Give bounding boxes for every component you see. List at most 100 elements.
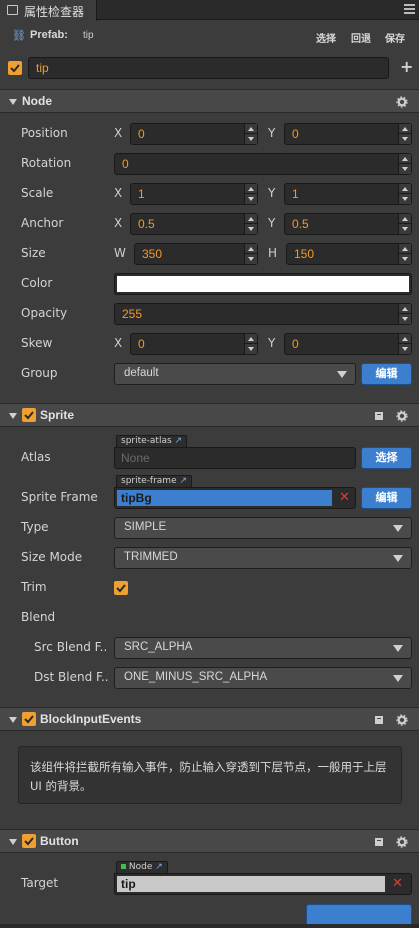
block-input-description-box: 该组件将拦截所有输入事件，防止输入穿透到下层节点，一般用于上层 UI 的背景。 bbox=[18, 746, 402, 804]
help-book-icon[interactable] bbox=[374, 411, 384, 421]
skew-y-input[interactable]: 0 bbox=[284, 333, 412, 355]
scale-x-input[interactable]: 1 bbox=[130, 183, 258, 205]
button-section-header[interactable]: Button bbox=[0, 829, 419, 853]
node-name-input[interactable]: tip bbox=[28, 57, 389, 79]
chevron-down-icon bbox=[393, 675, 403, 682]
prefab-select-button[interactable]: 选择 bbox=[316, 30, 336, 45]
size-mode-label: Size Mode bbox=[21, 550, 83, 564]
stepper[interactable] bbox=[398, 154, 411, 174]
sprite-atlas-tag: sprite-atlas ↗ bbox=[116, 435, 188, 447]
skew-x-input[interactable]: 0 bbox=[130, 333, 258, 355]
position-y-label: Y bbox=[268, 126, 276, 140]
prefab-save-button[interactable]: 保存 bbox=[385, 30, 405, 45]
open-link-icon[interactable]: ↗ bbox=[175, 436, 183, 446]
sprite-frame-field[interactable]: tipBg ✕ bbox=[114, 487, 356, 509]
size-w-value: 350 bbox=[142, 247, 163, 261]
group-value: default bbox=[124, 367, 159, 379]
size-h-value: 150 bbox=[294, 247, 315, 261]
skew-y-label: Y bbox=[268, 336, 276, 350]
sprite-frame-edit-button[interactable]: 编辑 bbox=[361, 487, 412, 509]
gear-icon[interactable] bbox=[396, 836, 408, 848]
stepper[interactable] bbox=[398, 124, 411, 144]
stepper[interactable] bbox=[398, 184, 411, 204]
stepper[interactable] bbox=[398, 214, 411, 234]
trim-label: Trim bbox=[21, 580, 47, 594]
anchor-y-value: 0.5 bbox=[292, 217, 309, 231]
sprite-frame-label: Sprite Frame bbox=[21, 490, 98, 504]
clear-icon[interactable]: ✕ bbox=[392, 876, 403, 891]
node-active-checkbox[interactable] bbox=[8, 61, 22, 75]
scale-label: Scale bbox=[21, 186, 54, 200]
gear-icon[interactable] bbox=[396, 410, 408, 422]
node-section-header[interactable]: Node bbox=[0, 89, 419, 113]
rotation-input[interactable]: 0 bbox=[114, 153, 412, 175]
position-label: Position bbox=[21, 126, 68, 140]
target-field[interactable]: tip ✕ bbox=[114, 873, 412, 895]
skew-y-value: 0 bbox=[292, 337, 299, 351]
scale-y-value: 1 bbox=[292, 187, 299, 201]
stepper[interactable] bbox=[398, 244, 411, 264]
sprite-enabled-checkbox[interactable] bbox=[22, 408, 36, 422]
block-input-enabled-checkbox[interactable] bbox=[22, 712, 36, 726]
prefab-bar: ⛓ Prefab: tip 选择 回退 保存 bbox=[0, 21, 419, 49]
atlas-field[interactable]: None bbox=[114, 447, 356, 469]
add-component-icon[interactable]: + bbox=[400, 57, 413, 76]
sprite-section-header[interactable]: Sprite bbox=[0, 403, 419, 427]
stepper[interactable] bbox=[244, 244, 257, 264]
position-x-value: 0 bbox=[138, 127, 145, 141]
target-highlight bbox=[117, 876, 385, 892]
scale-x-value: 1 bbox=[138, 187, 145, 201]
position-y-input[interactable]: 0 bbox=[284, 123, 412, 145]
rotation-value: 0 bbox=[122, 157, 129, 171]
color-swatch[interactable] bbox=[114, 273, 412, 295]
stepper[interactable] bbox=[398, 334, 411, 354]
trim-checkbox[interactable] bbox=[114, 581, 128, 595]
stepper[interactable] bbox=[244, 184, 257, 204]
group-edit-button[interactable]: 编辑 bbox=[361, 363, 412, 385]
help-book-icon[interactable] bbox=[374, 837, 384, 847]
type-select[interactable]: SIMPLE bbox=[114, 517, 412, 539]
collapse-icon bbox=[9, 717, 17, 723]
size-h-input[interactable]: 150 bbox=[286, 243, 412, 265]
skew-x-label: X bbox=[114, 336, 123, 350]
position-x-input[interactable]: 0 bbox=[130, 123, 258, 145]
block-input-section-header[interactable]: BlockInputEvents bbox=[0, 707, 419, 731]
size-mode-select[interactable]: TRIMMED bbox=[114, 547, 412, 569]
sprite-frame-tag: sprite-frame ↗ bbox=[116, 475, 193, 487]
scale-y-input[interactable]: 1 bbox=[284, 183, 412, 205]
anchor-y-input[interactable]: 0.5 bbox=[284, 213, 412, 235]
src-blend-select[interactable]: SRC_ALPHA bbox=[114, 637, 412, 659]
dst-blend-select[interactable]: ONE_MINUS_SRC_ALPHA bbox=[114, 667, 412, 689]
opacity-value: 255 bbox=[122, 307, 143, 321]
size-w-label: W bbox=[114, 246, 126, 260]
group-select[interactable]: default bbox=[114, 363, 356, 385]
clear-icon[interactable]: ✕ bbox=[339, 490, 350, 505]
size-w-input[interactable]: 350 bbox=[134, 243, 258, 265]
anchor-x-label: X bbox=[114, 216, 123, 230]
type-label: Type bbox=[21, 520, 49, 534]
src-blend-label: Src Blend F.. bbox=[34, 640, 108, 654]
gear-icon[interactable] bbox=[396, 714, 408, 726]
stepper[interactable] bbox=[398, 304, 411, 324]
anchor-x-value: 0.5 bbox=[138, 217, 155, 231]
opacity-input[interactable]: 255 bbox=[114, 303, 412, 325]
help-book-icon[interactable] bbox=[374, 715, 384, 725]
open-link-icon[interactable]: ↗ bbox=[179, 476, 187, 486]
tab-inspector[interactable]: 属性检查器 bbox=[0, 0, 97, 21]
prefab-revert-button[interactable]: 回退 bbox=[351, 30, 371, 45]
atlas-select-button[interactable]: 选择 bbox=[361, 447, 412, 469]
anchor-x-input[interactable]: 0.5 bbox=[130, 213, 258, 235]
open-link-icon[interactable]: ↗ bbox=[155, 862, 163, 872]
skew-label: Skew bbox=[21, 336, 53, 350]
menu-icon[interactable] bbox=[404, 4, 415, 14]
color-fill bbox=[117, 276, 409, 292]
chevron-down-icon bbox=[393, 525, 403, 532]
button-section-title: Button bbox=[40, 834, 79, 848]
gear-icon[interactable] bbox=[396, 96, 408, 108]
stepper[interactable] bbox=[244, 334, 257, 354]
prefab-name: tip bbox=[83, 30, 94, 41]
button-enabled-checkbox[interactable] bbox=[22, 834, 36, 848]
chevron-down-icon bbox=[337, 371, 347, 378]
stepper[interactable] bbox=[244, 214, 257, 234]
stepper[interactable] bbox=[244, 124, 257, 144]
